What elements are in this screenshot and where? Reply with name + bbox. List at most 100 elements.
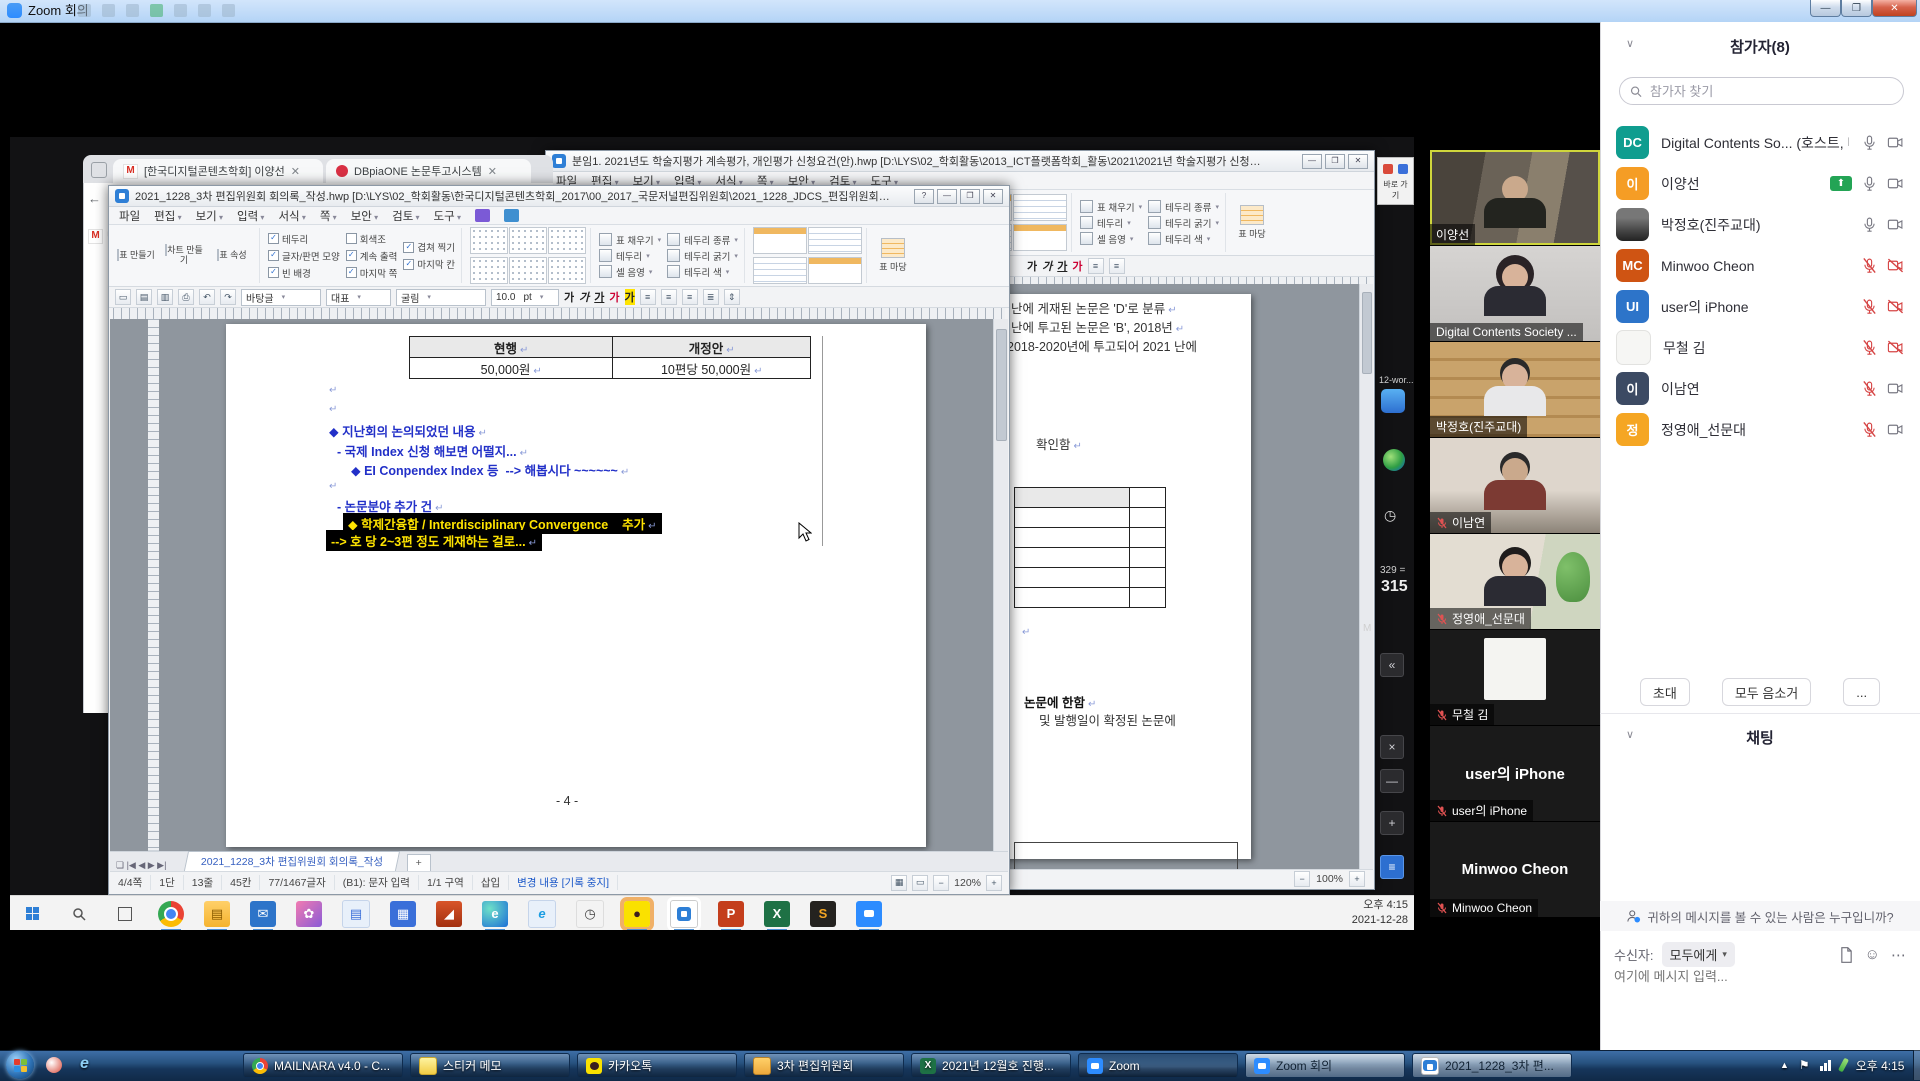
video-tile[interactable]: 정영애_선문대	[1430, 534, 1600, 629]
phone-icon[interactable]	[198, 4, 211, 17]
check-last-page[interactable]: ✓마지막 쪽	[346, 266, 398, 280]
align-left-icon[interactable]: ≡	[640, 289, 656, 305]
table-madang-button[interactable]: 표 마당	[873, 228, 913, 283]
file-attach-icon[interactable]	[1839, 947, 1854, 963]
underline-button[interactable]: 가	[1057, 258, 1067, 274]
zoom-out-icon[interactable]: −	[1294, 871, 1310, 887]
start-icon[interactable]	[20, 901, 46, 927]
hwp-front-page[interactable]: 현행 개정안 50,000원 10편당 50,000원 ◆ 지난회의 논의되었던…	[226, 324, 926, 847]
search-icon[interactable]	[66, 901, 92, 927]
check-empty-bg[interactable]: ✓빈 배경	[268, 266, 340, 280]
minimize-button[interactable]: —	[1302, 154, 1322, 169]
participant-row[interactable]: MC Minwoo Cheon	[1600, 245, 1920, 286]
bold-button[interactable]: 가	[564, 289, 574, 305]
participant-search[interactable]	[1619, 77, 1904, 105]
maximize-button[interactable]: ❐	[960, 189, 980, 204]
video-tile[interactable]: user의 iPhone user의 iPhone	[1430, 726, 1600, 821]
action-center-flag-icon[interactable]: ⚑	[1799, 1058, 1810, 1072]
more-icon[interactable]	[222, 4, 235, 17]
app-shortcut-icon[interactable]	[1383, 164, 1393, 174]
font-size-select[interactable]: 10.0 pt	[491, 289, 559, 306]
check-continue-print[interactable]: ✓계속 출력	[346, 249, 398, 263]
excel-icon[interactable]: X	[764, 901, 790, 927]
search-input[interactable]	[1648, 83, 1893, 100]
tab-nav-icons[interactable]: ❏ |◀ ◀ ▶ ▶|	[110, 860, 172, 871]
minimize-button[interactable]: —	[937, 189, 957, 204]
more-options-button[interactable]: ...	[1843, 678, 1880, 706]
table-fill-dropdown[interactable]: 표 채우기	[1080, 200, 1142, 214]
hwp-window-front[interactable]: 2021_1228_3차 편집위원회 회의록_작성.hwp [D:\LYS\02…	[108, 185, 1010, 895]
border-color-dropdown[interactable]: 테두리 색	[667, 265, 738, 279]
participant-row[interactable]: DC Digital Contents So... (호스트, 나)	[1600, 122, 1920, 163]
pen-tool-icon[interactable]	[475, 209, 490, 222]
cell-shade-dropdown[interactable]: 셀 음영	[599, 265, 661, 279]
redo-icon[interactable]: ↷	[220, 289, 236, 305]
close-button[interactable]: ✕	[983, 189, 1003, 204]
camera-icon[interactable]	[1887, 380, 1904, 397]
close-tab-icon[interactable]: ✕	[291, 165, 300, 178]
border-width-dropdown[interactable]: 테두리 굵기	[667, 249, 738, 263]
page-fit-icon[interactable]: ▭	[912, 875, 928, 891]
camera-icon[interactable]	[1887, 175, 1904, 192]
collapse-strip-button[interactable]: «	[1380, 653, 1404, 677]
browser-tab[interactable]: DBpiaONE 논문투고시스템 ✕	[326, 159, 531, 183]
line-spacing-icon[interactable]: ⇕	[724, 289, 740, 305]
video-tile[interactable]: Minwoo Cheon Minwoo Cheon	[1430, 822, 1600, 917]
check-border[interactable]: ✓테두리	[268, 232, 340, 246]
check-grayscale[interactable]: 회색조	[346, 232, 398, 246]
zoom-in-strip-button[interactable]: +	[1380, 811, 1404, 835]
align-left-icon[interactable]: ≡	[1088, 258, 1104, 274]
open-icon[interactable]: ▤	[136, 289, 152, 305]
italic-button[interactable]: 가	[1042, 258, 1052, 274]
camera-icon[interactable]	[1887, 421, 1904, 438]
align-center-icon[interactable]: ≡	[661, 289, 677, 305]
recipient-dropdown[interactable]: 모두에게▾	[1662, 942, 1735, 967]
bold-button[interactable]: 가	[1027, 258, 1037, 274]
hwp-front-vscrollbar[interactable]	[993, 319, 1008, 851]
dot-grid-gallery[interactable]	[468, 228, 591, 283]
menu-edit[interactable]: 편집	[154, 208, 181, 224]
save-icon[interactable]: ▥	[157, 289, 173, 305]
close-button[interactable]: ✕	[1872, 0, 1917, 17]
participant-row[interactable]: 박정호(진주교대)	[1600, 204, 1920, 245]
task-view-icon[interactable]	[112, 901, 138, 927]
taskbar-button[interactable]: 2021_1228_3차 편...	[1412, 1053, 1572, 1078]
taskbar-button[interactable]: X 2021년 12월호 진행...	[911, 1053, 1071, 1078]
video-tile[interactable]: Digital Contents Society ...	[1430, 246, 1600, 341]
undo-icon[interactable]: ↶	[199, 289, 215, 305]
tray-clock[interactable]: 오후 4:15	[1856, 1057, 1905, 1074]
tray-expand-icon[interactable]: ▲	[1780, 1060, 1789, 1070]
show-desktop-button[interactable]	[1913, 1050, 1920, 1080]
font-color-button[interactable]: 가	[609, 289, 619, 305]
cell-shade-dropdown[interactable]: 셀 음영	[1080, 232, 1142, 246]
menu-tools[interactable]: 도구	[434, 208, 461, 224]
notes-icon[interactable]: ▤	[342, 900, 370, 928]
table-fill-dropdown[interactable]: 표 채우기	[599, 233, 661, 247]
browser-tab[interactable]: M [한국디지털콘텐츠학회] 이양선 ✕	[113, 159, 323, 183]
mic-icon[interactable]	[1861, 216, 1878, 233]
photos-icon[interactable]: ✿	[296, 901, 322, 927]
chrome-icon[interactable]	[158, 901, 184, 927]
network-icon[interactable]	[1820, 1060, 1831, 1071]
underline-button[interactable]: 가	[594, 289, 604, 305]
font-select[interactable]: 굴림	[396, 289, 486, 306]
video-tile[interactable]: 이남연	[1430, 438, 1600, 533]
align-right-icon[interactable]: ≡	[682, 289, 698, 305]
record-icon[interactable]	[150, 4, 163, 17]
tab-overview-icon[interactable]	[91, 162, 107, 178]
taskbar-button[interactable]: 카카오톡	[577, 1053, 737, 1078]
menu-format[interactable]: 서식	[278, 208, 305, 224]
hwp-back-vscrollbar[interactable]	[1359, 284, 1373, 869]
border-width-dropdown[interactable]: 테두리 굵기	[1148, 216, 1219, 230]
start-button[interactable]	[6, 1051, 34, 1079]
annotate-icon[interactable]	[78, 4, 91, 17]
ie-icon[interactable]: e	[528, 900, 556, 928]
quicklaunch-icon[interactable]	[46, 1057, 62, 1073]
align-justify-icon[interactable]: ≣	[703, 289, 719, 305]
italic-button[interactable]: 가	[579, 289, 589, 305]
emoji-icon[interactable]: ☺	[1865, 946, 1880, 963]
calculator-icon[interactable]: ▦	[390, 901, 416, 927]
table-madang-button[interactable]: 표 마당	[1232, 193, 1272, 252]
border-type-dropdown[interactable]: 테두리 종류	[667, 233, 738, 247]
zoom-in-icon[interactable]: +	[1349, 871, 1365, 887]
